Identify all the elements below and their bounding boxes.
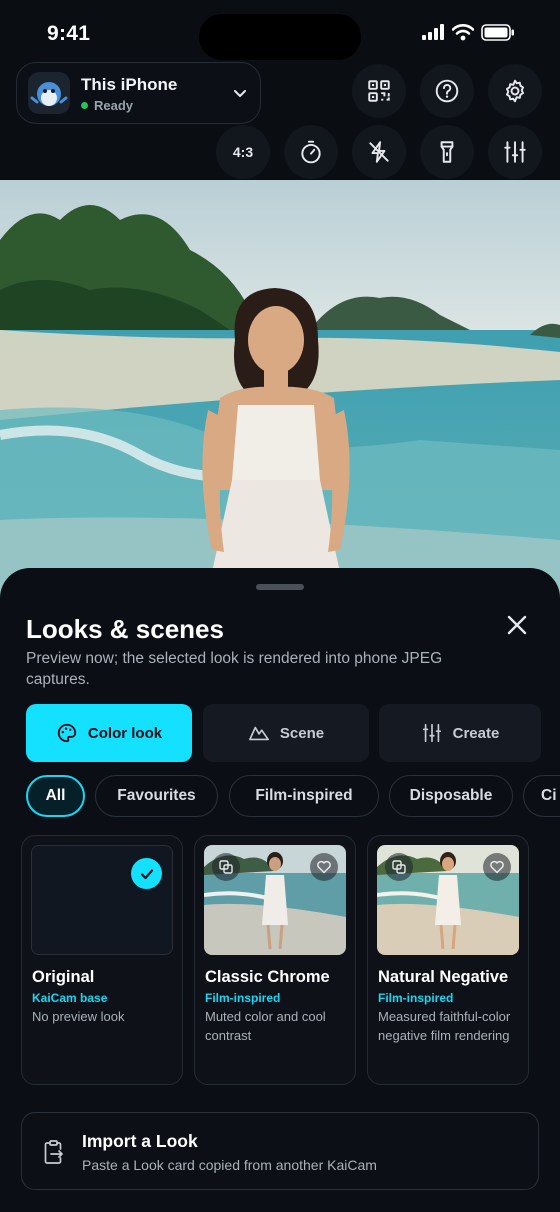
sheet-title: Looks & scenes — [26, 614, 224, 644]
filter-chip-disposable[interactable]: Disposable — [389, 775, 513, 817]
close-button[interactable] — [500, 608, 534, 642]
aspect-ratio-label: 4:3 — [232, 144, 254, 160]
qr-code-icon — [368, 80, 390, 102]
favourite-button[interactable] — [483, 853, 511, 881]
copy-icon — [392, 860, 406, 874]
flash-off-icon — [369, 141, 389, 163]
device-name: This iPhone — [81, 75, 178, 94]
look-thumbnail — [204, 845, 346, 955]
timer-icon — [301, 140, 321, 164]
selected-check — [131, 858, 162, 889]
look-card-natural-negative[interactable]: Natural Negative Film-inspired Measured … — [367, 835, 529, 1085]
aspect-ratio-button[interactable]: 4:3 — [216, 125, 270, 179]
look-description: Muted color and cool contrast — [205, 1009, 326, 1043]
timer-button[interactable] — [284, 125, 338, 179]
tab-create-label: Create — [452, 724, 500, 742]
import-look-button[interactable]: Import a Look Paste a Look card copied f… — [21, 1112, 539, 1190]
camera-preview[interactable] — [0, 180, 560, 600]
adjustments-button[interactable] — [488, 125, 542, 179]
tab-create[interactable]: Create — [379, 704, 541, 762]
sliders-icon — [504, 141, 526, 163]
ready-status-dot — [81, 102, 88, 109]
flashlight-button[interactable] — [420, 125, 474, 179]
import-description: Paste a Look card copied from another Ka… — [82, 1157, 377, 1173]
filter-chip-all[interactable]: All — [26, 775, 85, 817]
looks-sheet: Looks & scenes Preview now; the selected… — [0, 568, 560, 1212]
tab-color-look[interactable]: Color look — [26, 704, 192, 762]
status-bar: 9:41 — [0, 0, 560, 64]
cellular-signal-icon — [422, 24, 444, 40]
flash-toggle-button[interactable] — [352, 125, 406, 179]
wifi-icon — [452, 24, 474, 41]
device-avatar — [28, 72, 70, 114]
checkmark-icon — [140, 868, 153, 879]
look-card-original[interactable]: Original KaiCam base No preview look — [21, 835, 183, 1085]
filter-chip-film-inspired[interactable]: Film-inspired — [229, 775, 379, 817]
qr-code-button[interactable] — [352, 64, 406, 118]
look-title: Original — [32, 968, 95, 986]
look-card-classic-chrome[interactable]: Classic Chrome Film-inspired Muted color… — [194, 835, 356, 1085]
look-tag: Film-inspired — [378, 991, 454, 1005]
filter-chip-favourites[interactable]: Favourites — [95, 775, 218, 817]
import-title: Import a Look — [82, 1131, 198, 1151]
look-tag: KaiCam base — [32, 991, 108, 1005]
palette-icon — [57, 723, 77, 743]
chevron-down-icon — [234, 90, 246, 97]
battery-icon — [481, 24, 514, 41]
device-status: Ready — [94, 98, 134, 113]
tab-scene-label: Scene — [279, 724, 325, 742]
filter-chip-cinematic[interactable]: Ci — [523, 775, 560, 817]
mountain-icon — [248, 726, 269, 741]
clipboard-import-icon — [44, 1140, 63, 1164]
settings-button[interactable] — [488, 64, 542, 118]
device-selector[interactable]: This iPhone Ready — [16, 62, 261, 124]
tab-color-look-label: Color look — [87, 724, 163, 742]
gear-icon — [506, 79, 524, 103]
look-thumbnail — [31, 845, 173, 955]
heart-icon — [490, 860, 504, 874]
copy-icon — [219, 860, 233, 874]
filter-chips: All Favourites Film-inspired Disposable … — [0, 775, 560, 817]
look-thumbnail — [377, 845, 519, 955]
status-time: 9:41 — [47, 22, 91, 45]
sliders-icon — [422, 723, 441, 743]
look-title: Classic Chrome — [205, 968, 330, 986]
flashlight-icon — [440, 141, 454, 163]
compare-button[interactable] — [212, 853, 240, 881]
look-description: No preview look — [32, 1009, 125, 1024]
look-title: Natural Negative — [378, 968, 509, 986]
heart-icon — [317, 860, 331, 874]
look-tag: Film-inspired — [205, 991, 281, 1005]
favourite-button[interactable] — [310, 853, 338, 881]
help-icon — [435, 79, 459, 103]
dynamic-island — [199, 14, 361, 60]
compare-button[interactable] — [385, 853, 413, 881]
sheet-description: Preview now; the selected look is render… — [26, 650, 443, 688]
sheet-drag-handle[interactable] — [256, 584, 304, 590]
tab-scene[interactable]: Scene — [203, 704, 369, 762]
help-button[interactable] — [420, 64, 474, 118]
close-icon — [507, 615, 527, 635]
look-description: Measured faithful-color negative film re… — [378, 1009, 511, 1043]
